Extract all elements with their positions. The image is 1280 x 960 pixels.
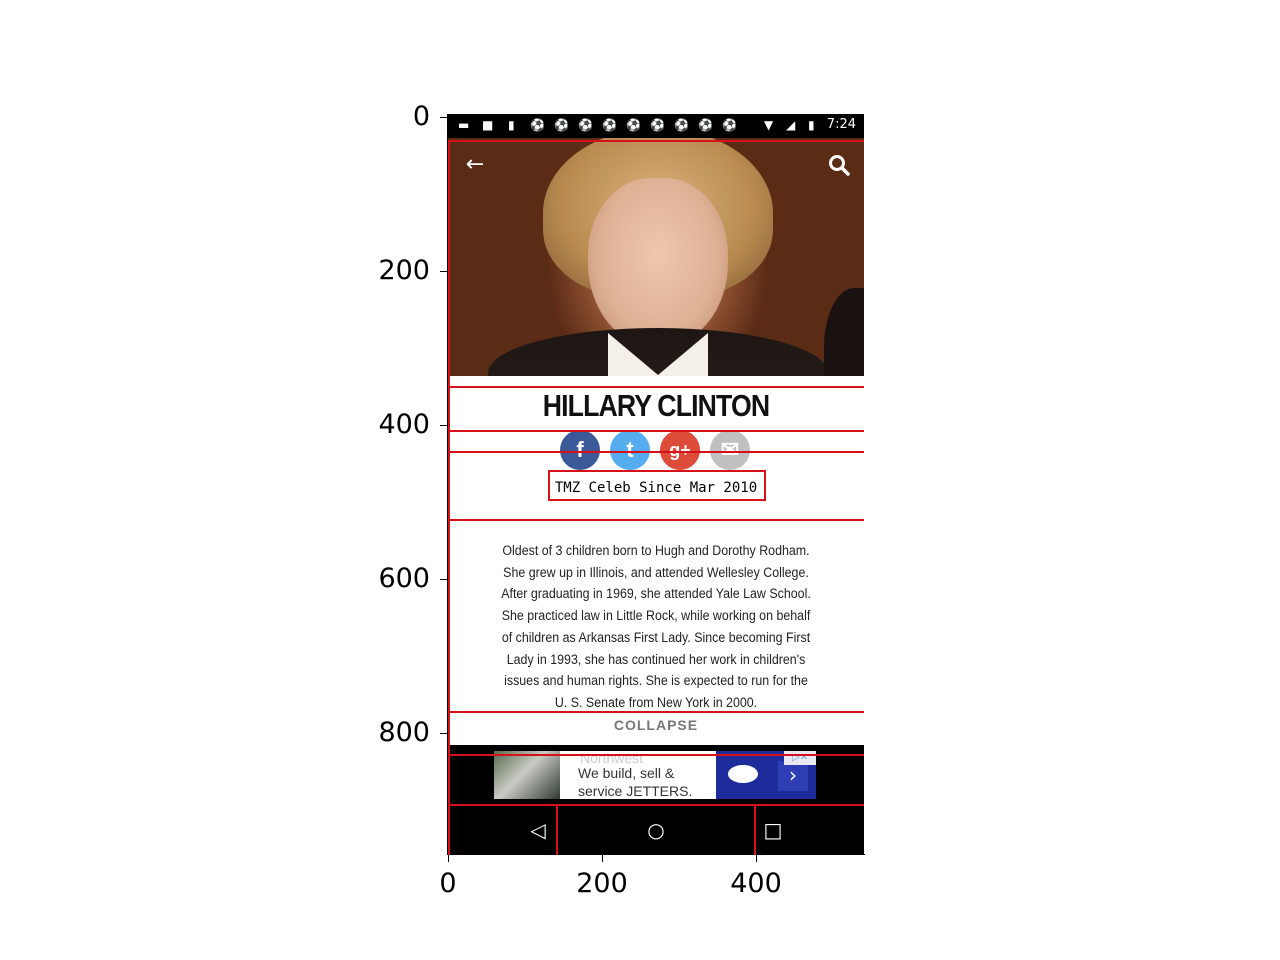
nav-back-icon[interactable]: ◁ xyxy=(508,806,568,854)
soccer-ball-icon: ⚽ xyxy=(722,118,737,132)
soccer-ball-icon: ⚽ xyxy=(674,118,689,132)
ad-banner[interactable]: Northwest We build, sell & service JETTE… xyxy=(494,751,816,799)
celebrity-photo: ← xyxy=(448,138,864,376)
nav-recents-icon[interactable]: □ xyxy=(743,806,803,854)
overlay-line xyxy=(448,711,864,713)
back-arrow-icon[interactable]: ← xyxy=(458,148,492,182)
photo-background-figure xyxy=(824,288,864,376)
ad-text-line: We build, sell & xyxy=(578,765,675,781)
soccer-ball-icon: ⚽ xyxy=(554,118,569,132)
y-tick-label: 400 xyxy=(378,409,430,440)
y-tick-label: 600 xyxy=(378,563,430,594)
slack-icon: ■ xyxy=(482,118,494,132)
bio-line: of children as Arkansas First Lady. Sinc… xyxy=(501,629,811,645)
soccer-ball-icon: ⚽ xyxy=(626,118,641,132)
overlay-line xyxy=(448,140,864,142)
overlay-line xyxy=(556,806,558,855)
bio-line: She practiced law in Little Rock, while … xyxy=(501,608,811,624)
ad-cta-panel: › ▷✕ xyxy=(716,751,816,799)
y-tick-mark xyxy=(440,117,447,118)
ad-text-line: service JETTERS. xyxy=(578,783,693,799)
soccer-ball-icon: ⚽ xyxy=(650,118,665,132)
soccer-ball-icon: ⚽ xyxy=(698,118,713,132)
ad-logo xyxy=(728,765,758,783)
email-icon: ✉ xyxy=(720,437,740,462)
overlay-box xyxy=(548,470,766,501)
y-tick-label: 800 xyxy=(378,717,430,748)
android-nav-bar: ◁ ○ □ xyxy=(448,806,864,854)
no-signal-icon: ◢ xyxy=(786,118,796,132)
google-plus-share-button[interactable]: g+ xyxy=(660,430,700,470)
x-tick-mark xyxy=(756,855,757,862)
x-tick-mark xyxy=(448,855,449,862)
y-tick-mark xyxy=(440,579,447,580)
social-share-row: f t g+ ✉ xyxy=(448,430,864,470)
overlay-line xyxy=(448,386,864,388)
status-time: 7:24 xyxy=(826,117,856,132)
facebook-share-button[interactable]: f xyxy=(560,430,600,470)
bio-line: issues and human rights. She is expected… xyxy=(504,673,808,689)
y-tick-mark xyxy=(440,733,447,734)
bio-line: After graduating in 1969, she attended Y… xyxy=(501,586,811,602)
nav-home-icon[interactable]: ○ xyxy=(626,806,686,854)
overlay-line xyxy=(448,754,864,756)
twitter-icon: t xyxy=(626,437,634,462)
x-tick-mark xyxy=(602,855,603,862)
overlay-line xyxy=(448,804,864,806)
wifi-icon: ▼ xyxy=(764,118,774,132)
photo-face xyxy=(588,178,728,348)
status-bar: ▬ ■ ▮ ⚽ ⚽ ⚽ ⚽ ⚽ ⚽ ⚽ ⚽ ⚽ ▼ ◢ ▮ 7:24 xyxy=(448,114,864,138)
celebrity-name: HILLARY CLINTON xyxy=(542,388,770,423)
message-icon: ▬ xyxy=(458,118,470,132)
y-tick-label: 0 xyxy=(412,101,430,132)
bio-line: She grew up in Illinois, and attended We… xyxy=(503,564,809,580)
email-share-button[interactable]: ✉ xyxy=(710,430,750,470)
search-icon[interactable] xyxy=(822,148,856,182)
photo-shoulders xyxy=(488,328,828,376)
facebook-icon: f xyxy=(576,437,584,462)
ad-text: We build, sell & service JETTERS. xyxy=(578,764,692,799)
x-axis-spine xyxy=(447,854,865,855)
overlay-line xyxy=(448,519,864,521)
collapse-button[interactable]: COLLAPSE xyxy=(448,717,864,733)
twitter-share-button[interactable]: t xyxy=(610,430,650,470)
search-icon-glyph xyxy=(829,155,850,176)
x-tick-label: 0 xyxy=(439,868,457,899)
ad-arrow-button[interactable]: › xyxy=(778,761,808,791)
x-tick-label: 200 xyxy=(576,868,628,899)
overlay-line xyxy=(448,140,450,855)
x-tick-label: 400 xyxy=(730,868,782,899)
battery-icon: ▮ xyxy=(808,118,815,132)
y-tick-label: 200 xyxy=(378,255,430,286)
overlay-line xyxy=(754,806,756,855)
soccer-ball-icon: ⚽ xyxy=(602,118,617,132)
google-plus-icon: g+ xyxy=(669,440,691,460)
bar-chart-icon: ▮ xyxy=(508,118,515,132)
bio-line: Lady in 1993, she has continued her work… xyxy=(506,651,806,667)
soccer-ball-icon: ⚽ xyxy=(578,118,593,132)
soccer-ball-icon: ⚽ xyxy=(530,118,545,132)
y-tick-mark xyxy=(440,425,447,426)
bio-line: Oldest of 3 children born to Hugh and Do… xyxy=(502,543,810,558)
y-tick-mark xyxy=(440,271,447,272)
overlay-line xyxy=(448,451,864,453)
ad-image xyxy=(494,751,560,799)
overlay-line xyxy=(448,430,864,432)
biography-text: Oldest of 3 children born to Hugh and Do… xyxy=(492,540,820,714)
